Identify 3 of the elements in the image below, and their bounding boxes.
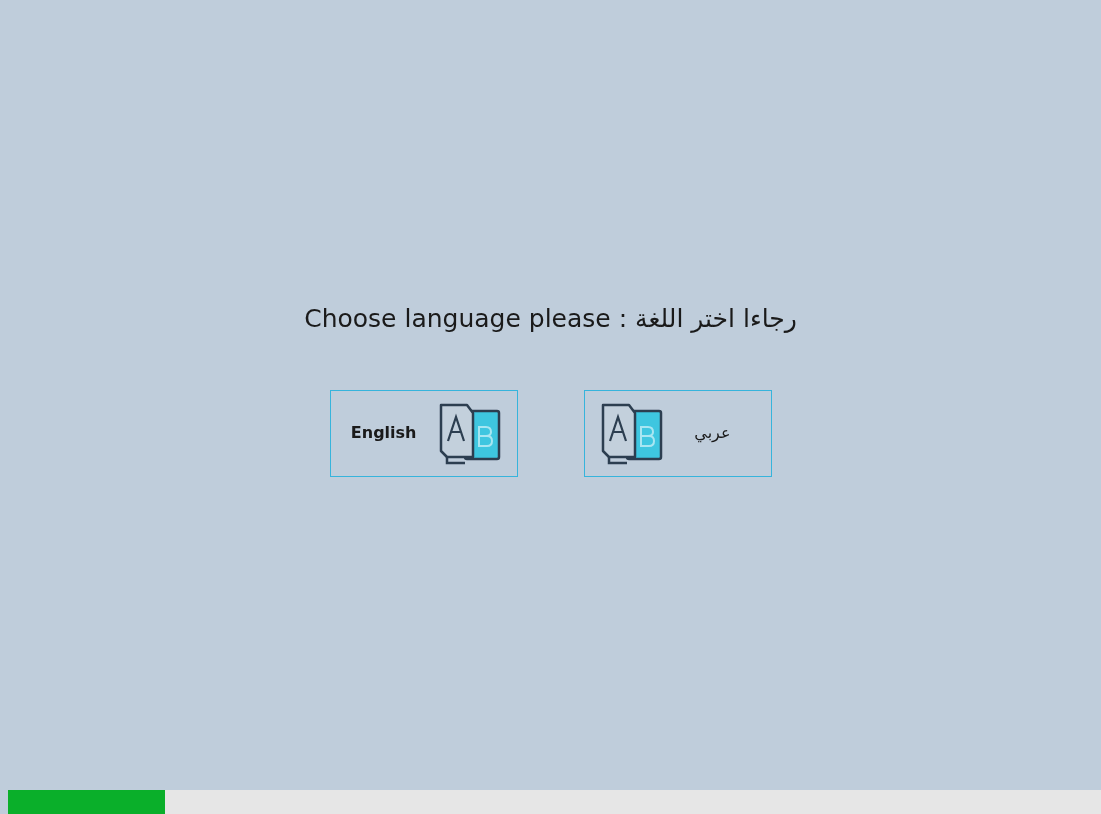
language-button[interactable]: عربي — [583, 389, 772, 477]
language-button[interactable]: English — [329, 389, 518, 477]
prompt-text: رجاءا اختر اللغة : Choose language please — [304, 303, 797, 335]
